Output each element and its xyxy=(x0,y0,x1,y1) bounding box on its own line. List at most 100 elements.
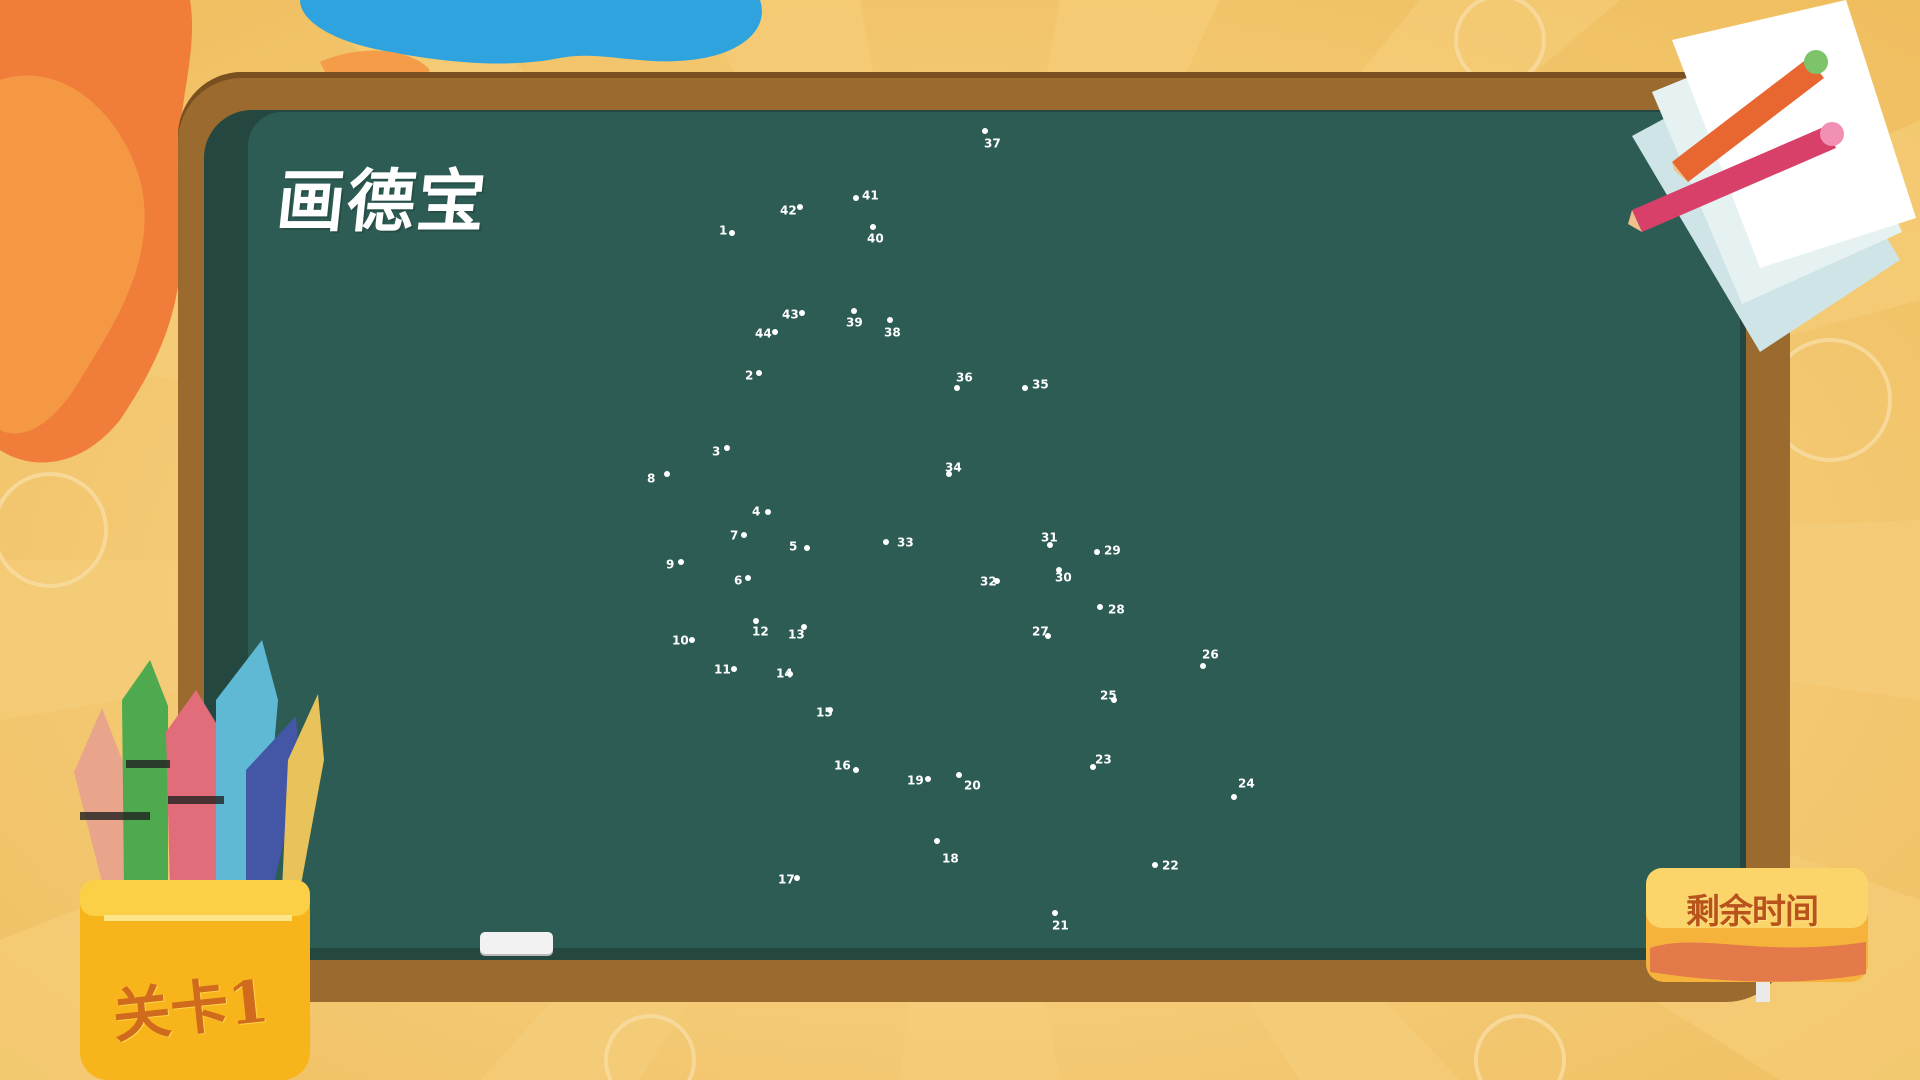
dot-number-label: 44 xyxy=(755,327,772,341)
dot-point[interactable] xyxy=(799,310,805,316)
puzzle-dot-35[interactable]: 35 xyxy=(1022,378,1049,392)
dot-point[interactable] xyxy=(1052,910,1058,916)
puzzle-dot-39[interactable]: 39 xyxy=(846,308,863,330)
dot-number-label: 35 xyxy=(1032,378,1049,392)
puzzle-dot-41[interactable]: 41 xyxy=(853,189,879,203)
puzzle-dot-13[interactable]: 13 xyxy=(788,624,807,642)
dot-point[interactable] xyxy=(853,767,859,773)
puzzle-dot-29[interactable]: 29 xyxy=(1094,544,1121,558)
dot-number-label: 30 xyxy=(1055,571,1072,585)
dot-number-label: 1 xyxy=(719,224,727,238)
dot-point[interactable] xyxy=(1200,663,1206,669)
dot-number-label: 15 xyxy=(816,706,833,720)
dot-number-label: 31 xyxy=(1041,531,1058,545)
dot-point[interactable] xyxy=(753,618,759,624)
puzzle-dot-4[interactable]: 4 xyxy=(752,505,771,519)
puzzle-dot-3[interactable]: 3 xyxy=(712,445,730,459)
puzzle-dot-18[interactable]: 18 xyxy=(934,838,959,866)
puzzle-dot-19[interactable]: 19 xyxy=(907,774,931,788)
puzzle-dot-38[interactable]: 38 xyxy=(884,317,901,340)
dot-point[interactable] xyxy=(870,224,876,230)
dot-point[interactable] xyxy=(678,559,684,565)
puzzle-dot-14[interactable]: 14 xyxy=(776,667,793,681)
dot-point[interactable] xyxy=(664,471,670,477)
dot-point[interactable] xyxy=(956,772,962,778)
dot-point[interactable] xyxy=(804,545,810,551)
puzzle-dot-1[interactable]: 1 xyxy=(719,224,735,238)
dot-number-label: 39 xyxy=(846,316,863,330)
puzzle-dot-26[interactable]: 26 xyxy=(1200,648,1219,670)
puzzle-dot-25[interactable]: 25 xyxy=(1100,689,1117,704)
puzzle-dot-22[interactable]: 22 xyxy=(1152,859,1179,873)
dot-number-label: 14 xyxy=(776,667,793,681)
dot-number-label: 43 xyxy=(782,308,799,322)
dot-number-label: 21 xyxy=(1052,919,1069,933)
dot-point[interactable] xyxy=(883,539,889,545)
puzzle-dot-15[interactable]: 15 xyxy=(816,706,833,720)
puzzle-dot-23[interactable]: 23 xyxy=(1090,753,1112,771)
puzzle-dot-30[interactable]: 30 xyxy=(1055,567,1072,585)
puzzle-dot-11[interactable]: 11 xyxy=(714,663,737,677)
puzzle-dot-6[interactable]: 6 xyxy=(734,574,751,588)
dot-point[interactable] xyxy=(925,776,931,782)
dot-number-label: 23 xyxy=(1095,753,1112,767)
dot-number-label: 2 xyxy=(745,369,753,383)
puzzle-dot-31[interactable]: 31 xyxy=(1041,531,1058,549)
puzzle-dot-8[interactable]: 8 xyxy=(647,471,670,486)
puzzle-dot-12[interactable]: 12 xyxy=(752,618,769,639)
dot-point[interactable] xyxy=(741,532,747,538)
dot-point[interactable] xyxy=(765,509,771,515)
puzzle-dot-16[interactable]: 16 xyxy=(834,759,859,774)
dot-point[interactable] xyxy=(887,317,893,323)
dot-point[interactable] xyxy=(772,329,778,335)
dot-point[interactable] xyxy=(1097,604,1103,610)
puzzle-dot-42[interactable]: 42 xyxy=(780,204,803,218)
dot-number-label: 18 xyxy=(942,852,959,866)
dot-point[interactable] xyxy=(756,370,762,376)
dot-point[interactable] xyxy=(982,128,988,134)
dot-number-label: 13 xyxy=(788,628,805,642)
dot-point[interactable] xyxy=(1022,385,1028,391)
dot-number-label: 7 xyxy=(730,529,738,543)
dot-number-label: 17 xyxy=(778,873,795,887)
puzzle-dot-21[interactable]: 21 xyxy=(1052,910,1069,933)
dot-point[interactable] xyxy=(797,204,803,210)
dot-point[interactable] xyxy=(1231,794,1237,800)
puzzle-dot-40[interactable]: 40 xyxy=(867,224,884,246)
dot-number-label: 29 xyxy=(1104,544,1121,558)
puzzle-dot-20[interactable]: 20 xyxy=(956,772,981,793)
puzzle-dot-7[interactable]: 7 xyxy=(730,529,747,543)
dot-point[interactable] xyxy=(731,666,737,672)
dot-number-label: 12 xyxy=(752,625,769,639)
dot-point[interactable] xyxy=(954,385,960,391)
puzzle-dot-36[interactable]: 36 xyxy=(954,371,973,392)
puzzle-dot-34[interactable]: 34 xyxy=(945,461,962,478)
dot-point[interactable] xyxy=(794,875,800,881)
dot-point[interactable] xyxy=(853,195,859,201)
dot-point[interactable] xyxy=(934,838,940,844)
dot-point[interactable] xyxy=(724,445,730,451)
puzzle-dot-2[interactable]: 2 xyxy=(745,369,762,383)
puzzle-dot-9[interactable]: 9 xyxy=(666,558,684,572)
dot-number-label: 24 xyxy=(1238,777,1255,791)
dot-point[interactable] xyxy=(1152,862,1158,868)
puzzle-dot-27[interactable]: 27 xyxy=(1032,625,1051,640)
puzzle-dot-44[interactable]: 44 xyxy=(755,327,778,341)
puzzle-dot-5[interactable]: 5 xyxy=(789,540,810,554)
game-stage: 画德宝 1 2 3 4 5 6 7 8 9 10 11 12 13 14 15 16 17 18 19 20 21 22 2… xyxy=(0,0,1920,1080)
puzzle-dot-24[interactable]: 24 xyxy=(1231,777,1255,801)
dot-point[interactable] xyxy=(851,308,857,314)
puzzle-dot-37[interactable]: 37 xyxy=(982,128,1001,151)
dot-point[interactable] xyxy=(689,637,695,643)
dot-point[interactable] xyxy=(1094,549,1100,555)
puzzle-dot-33[interactable]: 33 xyxy=(883,536,914,550)
dot-point[interactable] xyxy=(729,230,735,236)
puzzle-dot-10[interactable]: 10 xyxy=(672,634,695,648)
puzzle-dot-17[interactable]: 17 xyxy=(778,873,800,887)
dot-number-label: 3 xyxy=(712,445,720,459)
dot-point[interactable] xyxy=(745,575,751,581)
puzzle-dot-43[interactable]: 43 xyxy=(782,308,805,322)
puzzle-dot-32[interactable]: 32 xyxy=(980,575,1000,589)
dot-number-label: 22 xyxy=(1162,859,1179,873)
puzzle-dot-28[interactable]: 28 xyxy=(1097,603,1125,617)
